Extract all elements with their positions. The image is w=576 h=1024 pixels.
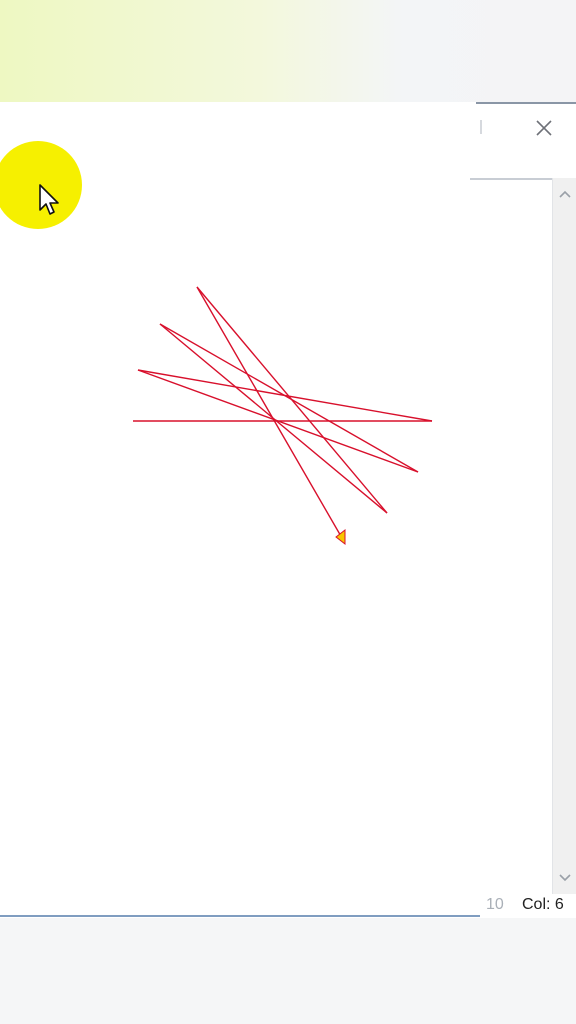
drawn-line <box>159 323 419 473</box>
status-line-number: 10 <box>486 896 504 913</box>
line-drawing <box>133 286 433 546</box>
drawn-line <box>196 286 343 539</box>
drawn-line <box>196 286 388 514</box>
mouse-pointer-icon <box>39 184 59 215</box>
status-bar: 10 Col: 6 <box>0 894 576 916</box>
window-bottom-border <box>0 915 480 917</box>
status-column: Col: 6 <box>522 896 564 913</box>
turtle-arrowhead <box>335 528 346 546</box>
